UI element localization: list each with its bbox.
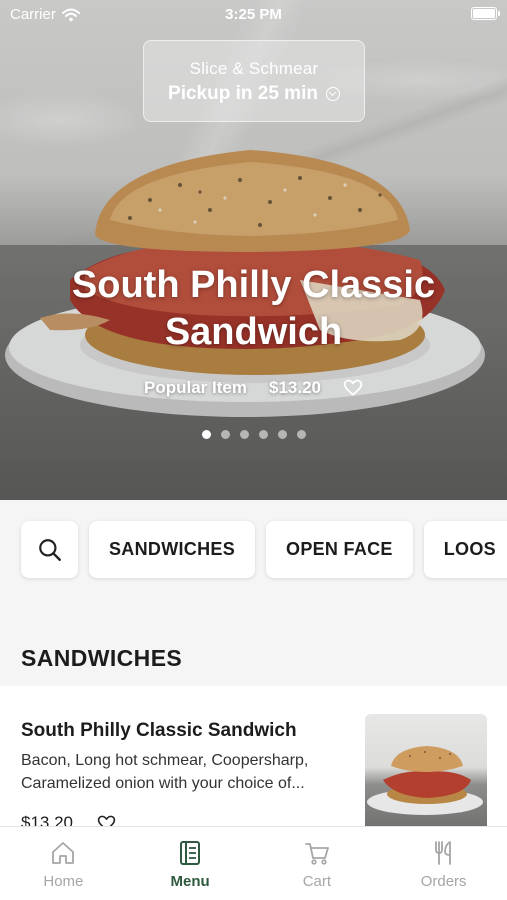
- home-icon: [52, 842, 75, 864]
- tab-cart-label: Cart: [302, 873, 332, 890]
- tab-menu-label: Menu: [170, 873, 210, 890]
- category-bar: SANDWICHES OPEN FACE LOOS: [21, 521, 507, 578]
- section-title: SANDWICHES: [21, 645, 183, 671]
- tab-menu[interactable]: Menu: [127, 827, 254, 900]
- pickup-time: Pickup in 25 min: [144, 83, 364, 105]
- category-tab-open-face[interactable]: OPEN FACE: [266, 521, 413, 578]
- carousel-dot[interactable]: [258, 430, 268, 439]
- hero-banner[interactable]: Carrier 3:25 PM Slice & Schmear Pickup i…: [0, 0, 507, 500]
- heart-icon[interactable]: [343, 378, 363, 398]
- category-tab-loose[interactable]: LOOS: [423, 521, 507, 578]
- chevron-down-circle-icon: [325, 87, 340, 101]
- carousel-dot[interactable]: [277, 430, 287, 439]
- store-pickup-card[interactable]: Slice & Schmear Pickup in 25 min: [143, 40, 365, 122]
- tab-home[interactable]: Home: [0, 827, 127, 900]
- status-bar: Carrier 3:25 PM: [0, 0, 507, 28]
- sandwich-thumbnail: [367, 746, 483, 815]
- search-icon: [38, 538, 61, 561]
- tab-home-label: Home: [43, 873, 84, 890]
- carousel-indicator[interactable]: [0, 430, 507, 439]
- hero-title: South Philly Classic Sandwich: [71, 264, 436, 353]
- store-name: Slice & Schmear: [189, 59, 319, 78]
- carousel-dot[interactable]: [220, 430, 230, 439]
- hero-meta: Popular Item $13.20: [0, 378, 507, 398]
- menu-book-icon: [180, 841, 201, 865]
- search-button[interactable]: [21, 521, 78, 578]
- menu-item-image: [365, 714, 487, 832]
- category-tab-sandwiches[interactable]: SANDWICHES: [89, 521, 256, 578]
- tab-bar: Home Menu Cart Orders: [0, 826, 507, 900]
- hero-price: $13.20: [268, 378, 321, 397]
- status-time: 3:25 PM: [225, 6, 282, 23]
- tab-cart[interactable]: Cart: [254, 827, 381, 900]
- hero-tag: Popular Item: [144, 378, 247, 397]
- menu-item-name: South Philly Classic Sandwich: [21, 720, 297, 741]
- carousel-dot[interactable]: [296, 430, 306, 439]
- tab-orders[interactable]: Orders: [380, 827, 507, 900]
- carousel-dot[interactable]: [239, 430, 249, 439]
- battery-icon: [471, 7, 500, 20]
- carousel-dot[interactable]: [201, 430, 211, 439]
- tab-orders-label: Orders: [420, 873, 467, 890]
- pickup-label: Pickup in 25 min: [168, 83, 318, 104]
- menu-item-description: Bacon, Long hot schmear, Coopersharp, Ca…: [21, 752, 309, 792]
- cart-icon: [304, 843, 329, 865]
- fork-knife-icon: [434, 841, 451, 865]
